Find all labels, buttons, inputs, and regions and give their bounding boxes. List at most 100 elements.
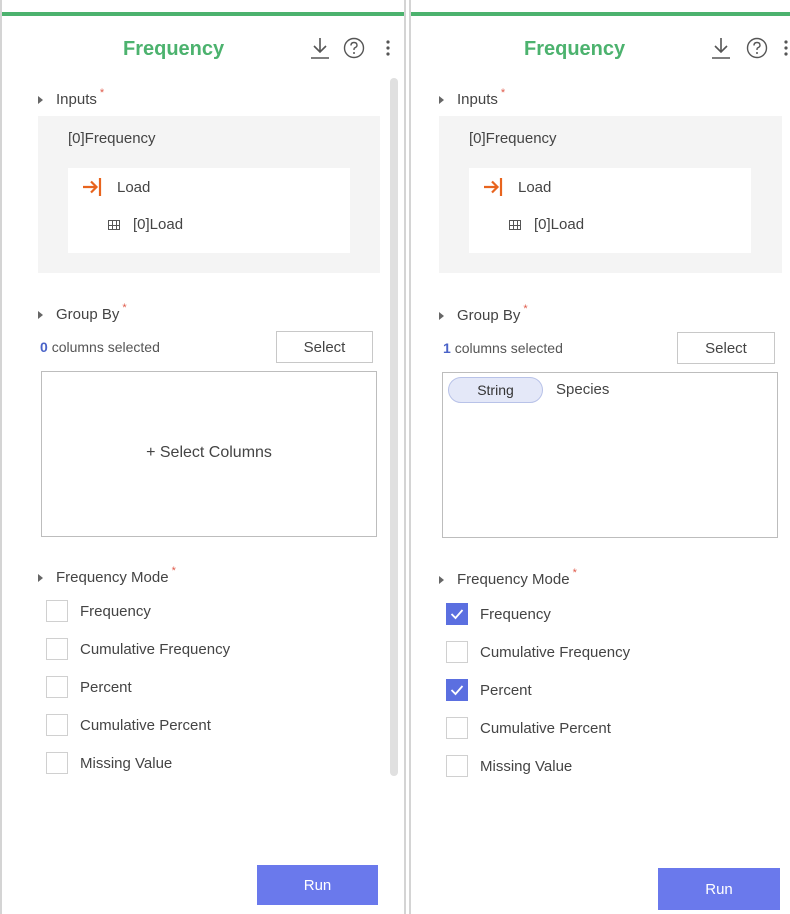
help-icon[interactable]	[745, 36, 769, 60]
selected-count-suffix: columns selected	[454, 340, 563, 356]
caret-right-icon	[38, 95, 43, 104]
inputs-section-toggle[interactable]: Inputs *	[439, 87, 505, 108]
load-node[interactable]: Load	[80, 176, 150, 198]
required-marker: *	[122, 301, 127, 314]
load-table-label: [0]Load	[133, 216, 184, 233]
caret-right-icon	[38, 573, 43, 582]
panel-accent-bar	[411, 12, 790, 16]
group-by-columns-box[interactable]: String Species	[442, 372, 778, 538]
frequency-mode-section-label: Frequency Mode	[56, 569, 169, 586]
frequency-panel-right: Frequency Inputs * [0]Frequency Load [0]…	[409, 0, 790, 914]
caret-right-icon	[38, 310, 43, 319]
mode-option-label: Cumulative Percent	[480, 719, 611, 737]
load-arrow-icon	[80, 176, 104, 198]
mode-option-label: Frequency	[80, 602, 151, 620]
group-by-section-label: Group By	[457, 307, 521, 324]
column-type-badge[interactable]: String	[448, 377, 543, 403]
input-node-card: Load [0]Load	[469, 168, 751, 253]
checkbox-unchecked-icon[interactable]	[46, 638, 68, 660]
panel-title: Frequency	[123, 38, 225, 60]
mode-option-frequency[interactable]: Frequency	[46, 600, 151, 622]
mode-option-percent[interactable]: Percent	[46, 676, 132, 698]
inputs-section-label: Inputs	[56, 91, 97, 108]
mode-option-label: Percent	[480, 681, 532, 699]
frequency-mode-section-label: Frequency Mode	[457, 571, 570, 588]
frequency-mode-section-toggle[interactable]: Frequency Mode *	[38, 565, 176, 586]
scrollbar[interactable]	[390, 78, 398, 776]
frequency-panel-left: Frequency Inputs * [0]Frequency Load [0]…	[0, 0, 406, 914]
checkbox-unchecked-icon[interactable]	[46, 752, 68, 774]
checkbox-checked-icon[interactable]	[446, 679, 468, 701]
inputs-container: [0]Frequency Load [0]Load	[439, 116, 782, 273]
group-by-section-toggle[interactable]: Group By *	[38, 302, 127, 323]
load-table-label: [0]Load	[534, 216, 585, 233]
more-options-icon[interactable]	[781, 36, 790, 60]
input-source-label: [0]Frequency	[469, 130, 557, 147]
load-table-item[interactable]: [0]Load	[108, 216, 183, 233]
mode-option-cumulative-percent[interactable]: Cumulative Percent	[46, 714, 211, 736]
mode-option-cumulative-percent[interactable]: Cumulative Percent	[446, 717, 611, 739]
mode-option-label: Percent	[80, 678, 132, 696]
checkbox-unchecked-icon[interactable]	[446, 641, 468, 663]
caret-right-icon	[439, 575, 444, 584]
checkbox-checked-icon[interactable]	[446, 603, 468, 625]
required-marker: *	[523, 302, 528, 315]
load-node-label: Load	[518, 178, 552, 196]
load-table-item[interactable]: [0]Load	[509, 216, 584, 233]
mode-option-frequency[interactable]: Frequency	[446, 603, 551, 625]
input-node-card: Load [0]Load	[68, 168, 350, 253]
mode-option-label: Cumulative Percent	[80, 716, 211, 734]
more-options-icon[interactable]	[380, 36, 396, 60]
run-button[interactable]: Run	[257, 865, 378, 905]
input-source-label: [0]Frequency	[68, 130, 156, 147]
inputs-section-label: Inputs	[457, 91, 498, 108]
load-arrow-icon	[481, 176, 505, 198]
mode-option-label: Missing Value	[80, 754, 173, 772]
add-columns-placeholder[interactable]: + Select Columns	[42, 444, 376, 462]
checkbox-unchecked-icon[interactable]	[46, 714, 68, 736]
selected-count-number: 0	[40, 339, 48, 355]
inputs-section-toggle[interactable]: Inputs *	[38, 87, 104, 108]
run-button[interactable]: Run	[658, 868, 780, 910]
table-icon	[108, 219, 120, 230]
checkbox-unchecked-icon[interactable]	[446, 717, 468, 739]
select-columns-button[interactable]: Select	[677, 332, 775, 364]
download-icon[interactable]	[308, 36, 332, 60]
required-marker: *	[572, 566, 577, 579]
panel-title: Frequency	[524, 38, 626, 60]
group-by-section-toggle[interactable]: Group By *	[439, 303, 528, 324]
frequency-mode-section-toggle[interactable]: Frequency Mode *	[439, 567, 577, 588]
required-marker: *	[500, 86, 506, 99]
help-icon[interactable]	[342, 36, 366, 60]
inputs-container: [0]Frequency Load [0]Load	[38, 116, 380, 273]
load-node-label: Load	[117, 178, 151, 196]
mode-option-label: Frequency	[480, 605, 551, 623]
mode-option-label: Cumulative Frequency	[480, 643, 631, 661]
group-by-columns-box[interactable]: + Select Columns	[41, 371, 377, 537]
caret-right-icon	[439, 95, 444, 104]
checkbox-unchecked-icon[interactable]	[46, 676, 68, 698]
mode-option-label: Missing Value	[480, 757, 573, 775]
load-node[interactable]: Load	[481, 176, 551, 198]
mode-option-cumulative-frequency[interactable]: Cumulative Frequency	[446, 641, 630, 663]
group-by-section-label: Group By	[56, 306, 120, 323]
mode-option-missing-value[interactable]: Missing Value	[46, 752, 172, 774]
required-marker: *	[99, 86, 105, 99]
table-icon	[509, 219, 521, 230]
mode-option-label: Cumulative Frequency	[80, 640, 231, 658]
selected-count-suffix: columns selected	[51, 339, 160, 355]
mode-option-missing-value[interactable]: Missing Value	[446, 755, 572, 777]
checkbox-unchecked-icon[interactable]	[446, 755, 468, 777]
select-columns-button[interactable]: Select	[276, 331, 373, 363]
columns-selected-count: 1 columns selected	[443, 340, 563, 356]
caret-right-icon	[439, 311, 444, 320]
mode-option-percent[interactable]: Percent	[446, 679, 532, 701]
selected-count-number: 1	[443, 340, 451, 356]
checkbox-unchecked-icon[interactable]	[46, 600, 68, 622]
selected-column-name: Species	[556, 381, 610, 398]
download-icon[interactable]	[709, 36, 733, 60]
mode-option-cumulative-frequency[interactable]: Cumulative Frequency	[46, 638, 230, 660]
required-marker: *	[171, 564, 176, 577]
columns-selected-count: 0 columns selected	[40, 339, 160, 355]
panel-accent-bar	[2, 12, 404, 16]
